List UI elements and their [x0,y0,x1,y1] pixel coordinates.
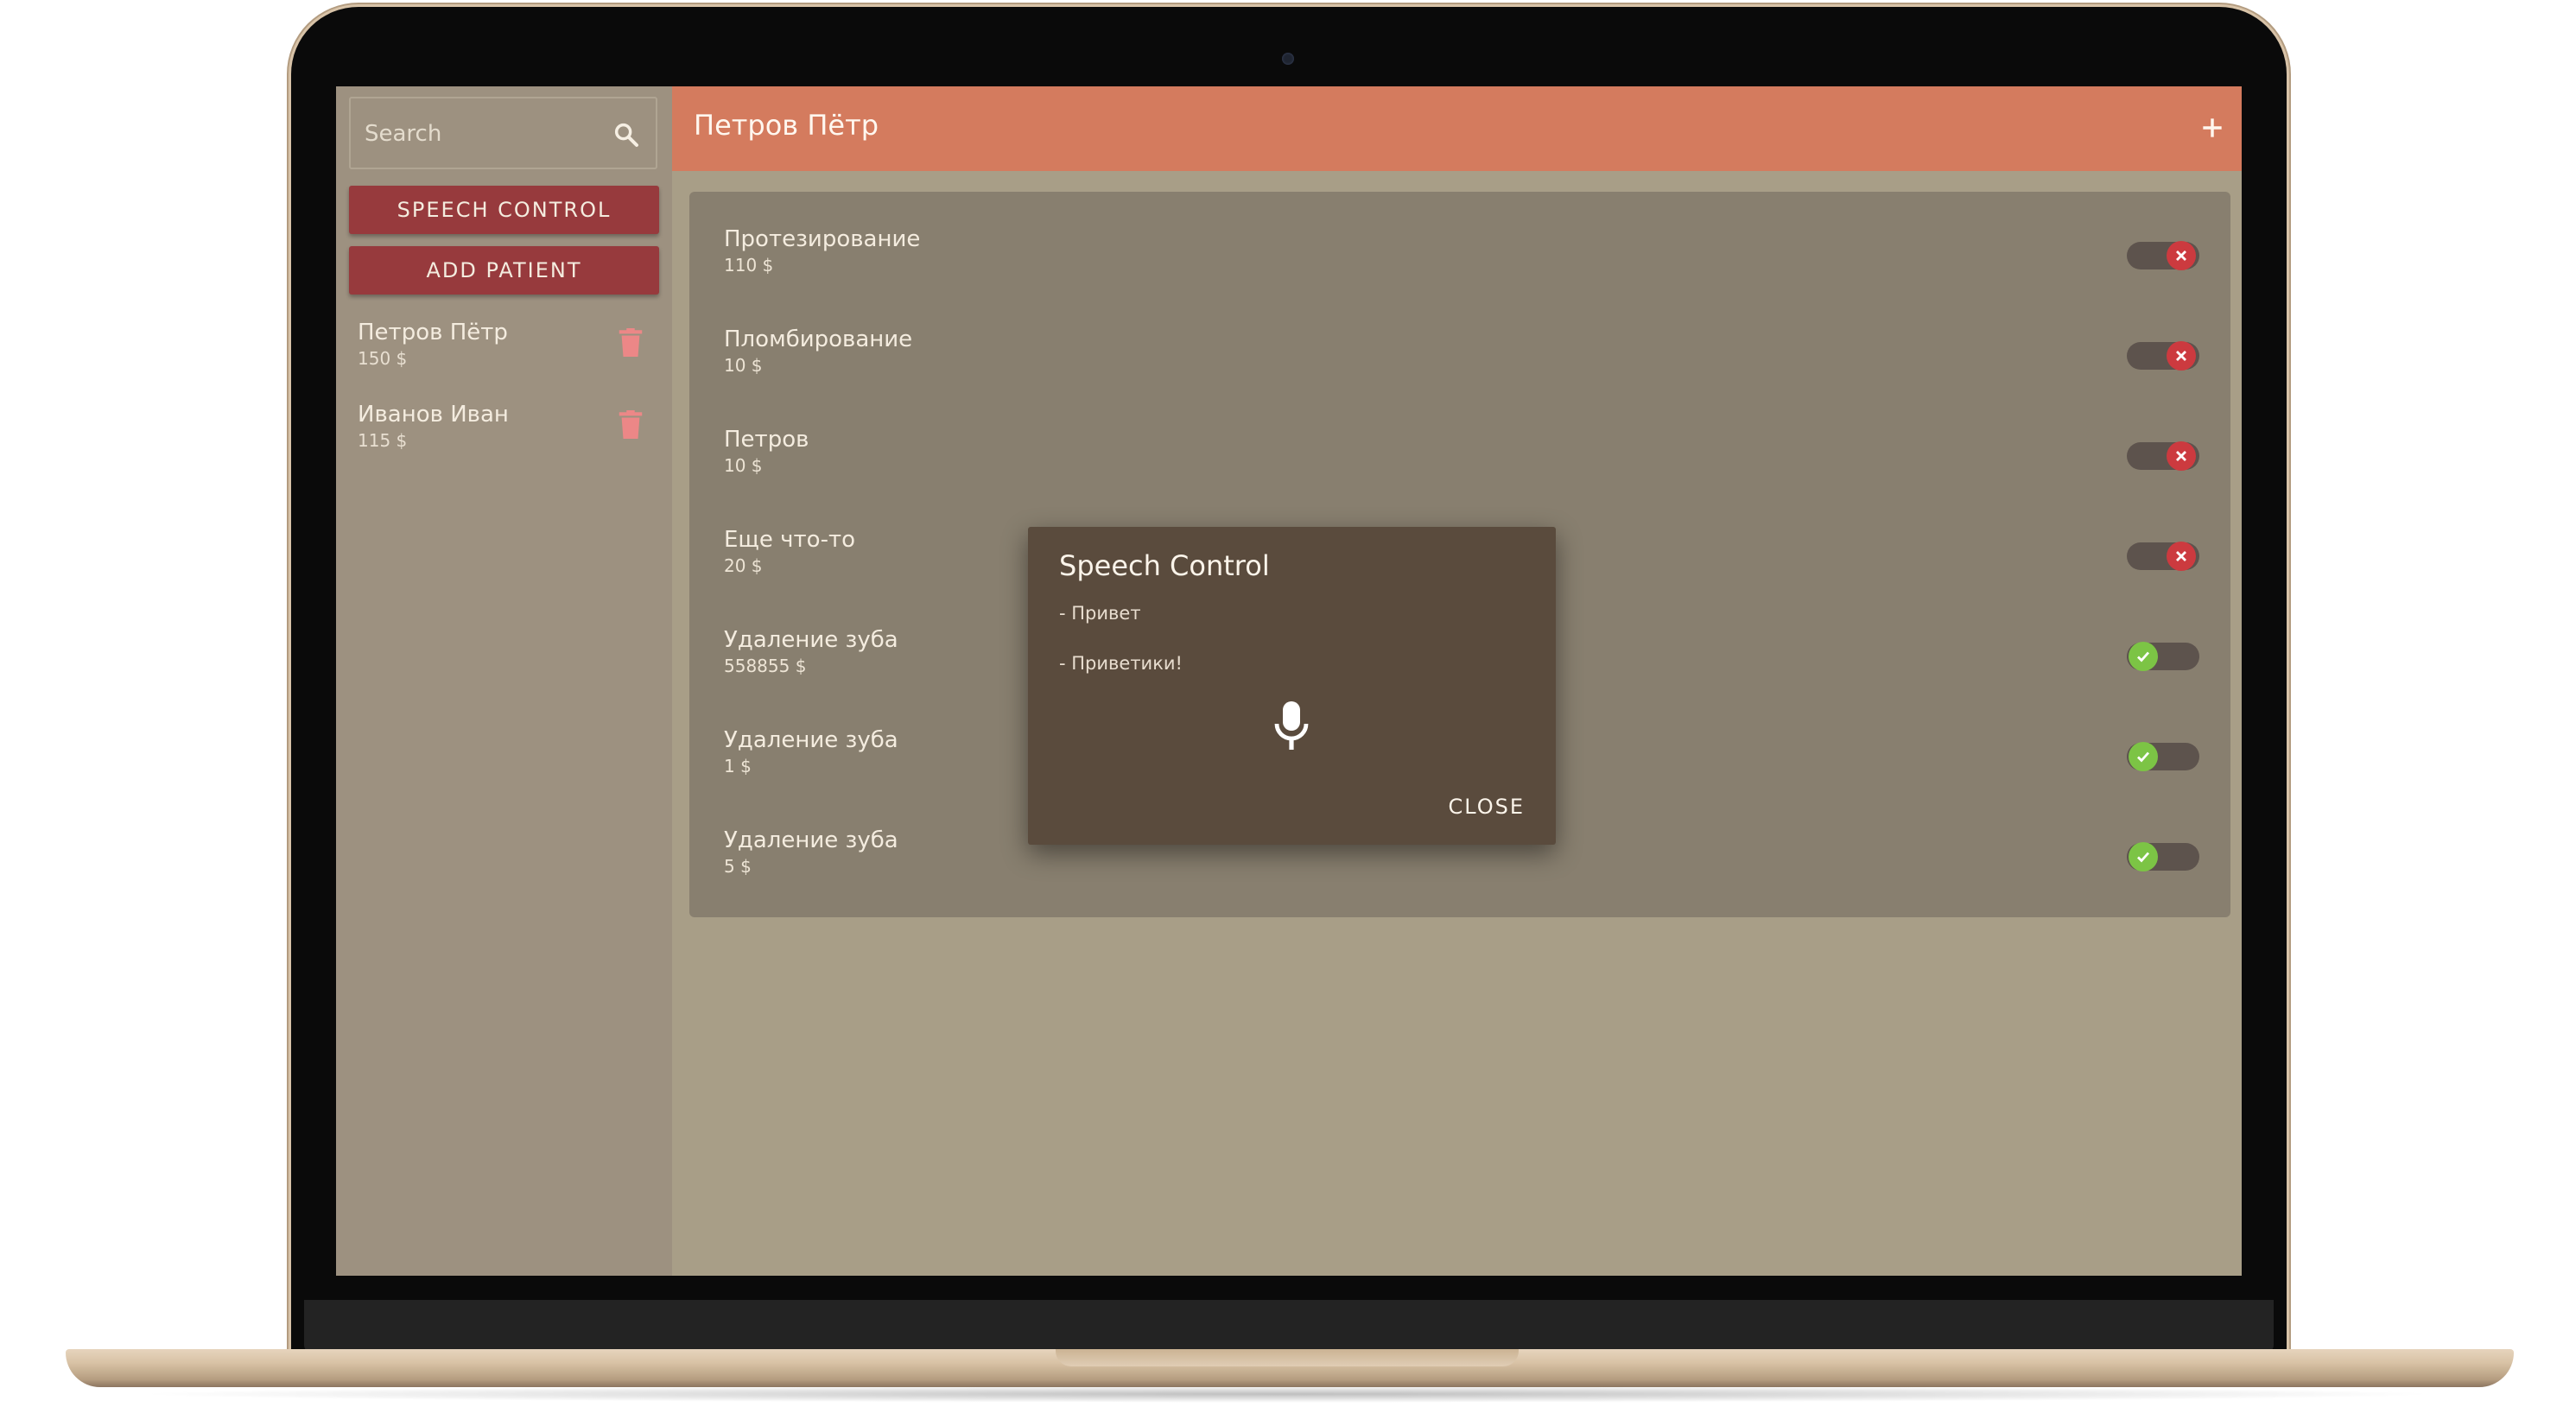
patient-name: Петров Пётр [358,320,508,345]
service-name: Пломбирование [724,326,913,352]
trash-icon[interactable] [619,328,643,358]
app-screen: SPEECH CONTROL ADD PATIENT Петров Пётр 15… [336,86,2242,1276]
service-price: 10 $ [724,455,763,476]
close-button[interactable]: CLOSE [1448,795,1525,819]
service-name: Протезирование [724,226,921,252]
toggle-thumb [2129,842,2158,871]
app-header: Петров Пётр [672,86,2242,171]
status-toggle[interactable] [2127,740,2199,773]
toggle-thumb [2129,642,2158,671]
patient-name: Иванов Иван [358,402,509,428]
patient-item[interactable]: Петров Пётр 150 $ [358,320,651,389]
status-toggle[interactable] [2127,640,2199,673]
dialog-message: - Привет [1059,603,1141,624]
service-row: Пломбирование 10 $ [724,326,2199,396]
search-input[interactable] [363,98,608,169]
page-title: Петров Пётр [694,109,879,142]
service-name: Удаление зуба [724,827,898,853]
patient-total: 115 $ [358,430,408,451]
toggle-thumb [2167,241,2196,270]
patient-total: 150 $ [358,348,408,369]
toggle-thumb [2167,542,2196,571]
speech-control-dialog: Speech Control - Привет - Приветики! CLO… [1028,527,1556,845]
dialog-message: - Приветики! [1059,653,1183,674]
service-name: Удаление зуба [724,627,898,653]
service-name: Еще что-то [724,527,856,553]
search-icon[interactable] [612,121,640,149]
service-price: 5 $ [724,856,752,877]
dialog-title: Speech Control [1059,549,1270,582]
service-price: 10 $ [724,355,763,376]
status-toggle[interactable] [2127,239,2199,272]
add-patient-button[interactable]: ADD PATIENT [349,246,659,295]
service-row: Протезирование 110 $ [724,226,2199,295]
status-toggle[interactable] [2127,339,2199,372]
service-price: 1 $ [724,756,752,776]
close-icon [2176,451,2186,461]
close-icon [2176,250,2186,261]
plus-icon[interactable] [2198,114,2226,142]
service-price: 558855 $ [724,656,807,676]
speech-control-button[interactable]: SPEECH CONTROL [349,186,659,234]
patient-item[interactable]: Иванов Иван 115 $ [358,402,651,471]
check-icon [2137,651,2150,662]
toggle-thumb [2129,742,2158,771]
laptop-notch [1056,1349,1519,1366]
status-toggle[interactable] [2127,540,2199,573]
sidebar: SPEECH CONTROL ADD PATIENT Петров Пётр 15… [336,86,672,1276]
check-icon [2137,751,2150,763]
webcam [1282,53,1294,65]
laptop-shadow [130,1385,2445,1403]
service-row: Петров 10 $ [724,427,2199,496]
toggle-thumb [2167,441,2196,471]
close-icon [2176,551,2186,561]
laptop-hinge [304,1300,2274,1353]
service-name: Удаление зуба [724,727,898,753]
status-toggle[interactable] [2127,840,2199,873]
trash-icon[interactable] [619,410,643,440]
toggle-thumb [2167,341,2196,371]
search-box [349,97,657,169]
microphone-icon[interactable] [1272,700,1310,751]
check-icon [2137,852,2150,863]
close-icon [2176,351,2186,361]
service-price: 20 $ [724,555,763,576]
service-price: 110 $ [724,255,774,276]
service-name: Петров [724,427,809,453]
status-toggle[interactable] [2127,440,2199,472]
